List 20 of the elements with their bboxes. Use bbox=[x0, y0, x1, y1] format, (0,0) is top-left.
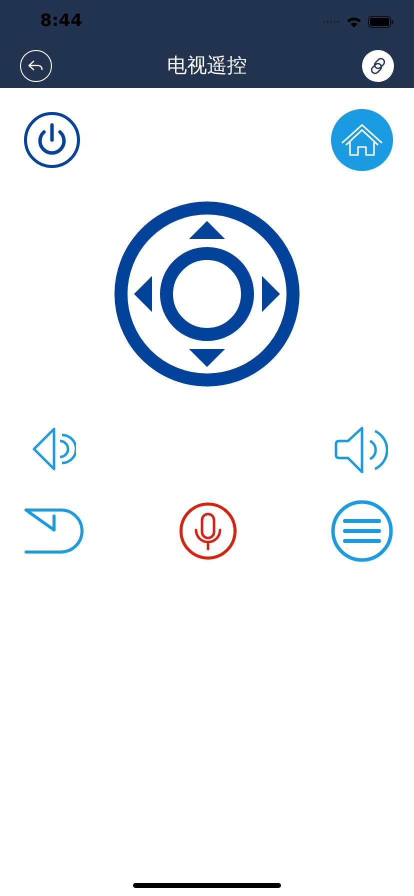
link-icon bbox=[368, 56, 388, 76]
page-title: 电视遥控 bbox=[167, 54, 247, 79]
left-arrow-icon[interactable] bbox=[134, 276, 152, 312]
direction-pad[interactable] bbox=[114, 201, 300, 387]
home-icon bbox=[340, 123, 384, 157]
status-time: 8:44 bbox=[40, 10, 82, 34]
wifi-icon bbox=[346, 16, 362, 28]
power-button[interactable] bbox=[24, 112, 80, 168]
reply-arrow-icon bbox=[28, 60, 44, 72]
down-arrow-icon[interactable] bbox=[189, 349, 225, 367]
microphone-button[interactable] bbox=[178, 502, 236, 560]
volume-up-button[interactable] bbox=[334, 425, 388, 475]
menu-button[interactable] bbox=[331, 500, 393, 562]
return-button[interactable] bbox=[24, 508, 84, 554]
back-button[interactable] bbox=[20, 50, 52, 82]
link-button[interactable] bbox=[362, 50, 394, 82]
battery-icon bbox=[368, 16, 394, 28]
up-arrow-icon[interactable] bbox=[189, 221, 225, 239]
right-arrow-icon[interactable] bbox=[262, 276, 280, 312]
volume-down-button[interactable] bbox=[32, 427, 76, 473]
